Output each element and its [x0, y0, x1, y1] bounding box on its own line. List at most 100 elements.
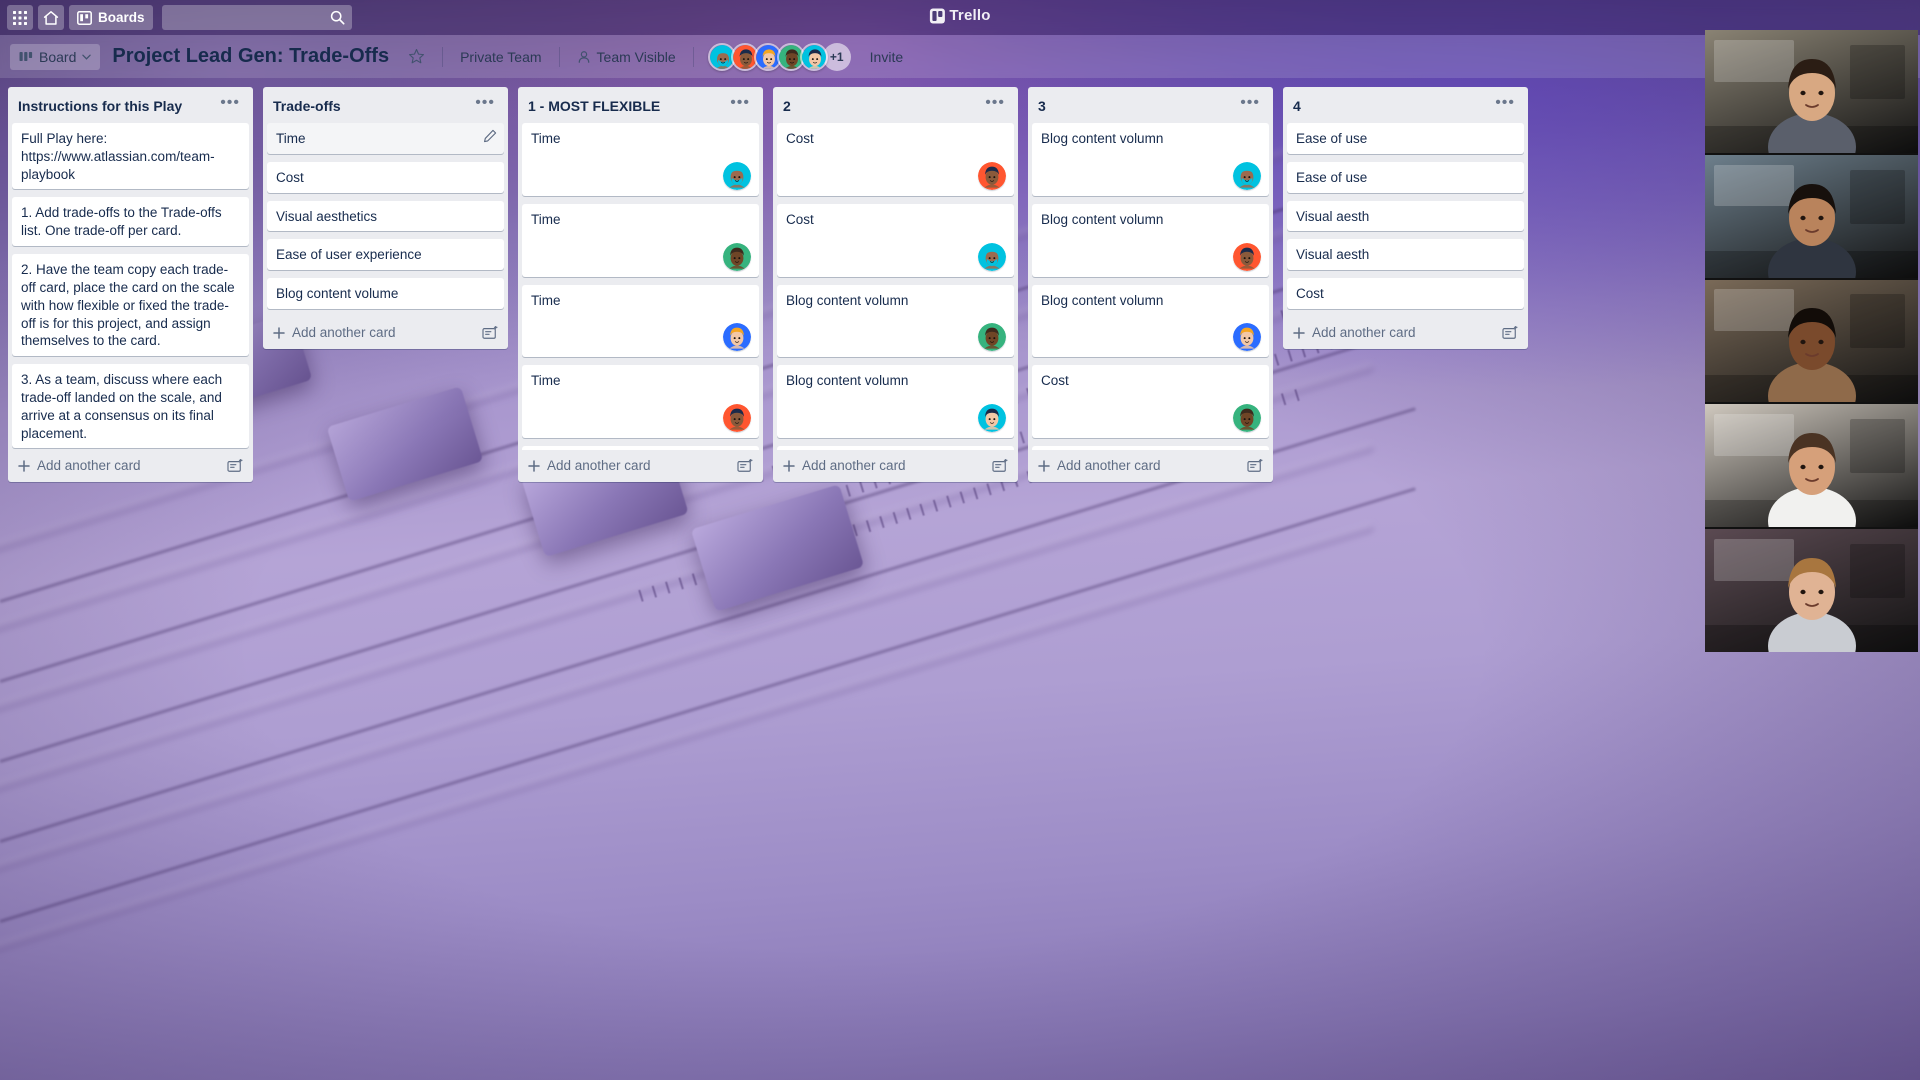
- card-avatar-blue-ginger[interactable]: [723, 323, 751, 352]
- card-list: Full Play here: https://www.atlassian.co…: [8, 123, 253, 450]
- card-template-button[interactable]: [737, 458, 753, 473]
- card-template-button[interactable]: [992, 458, 1008, 473]
- card[interactable]: Ease of user experience: [267, 239, 504, 271]
- card[interactable]: Visual aesthetics: [267, 200, 504, 232]
- list-title[interactable]: Instructions for this Play: [18, 98, 182, 115]
- add-another-card-row[interactable]: Add another card: [263, 317, 508, 349]
- video-tile-participant-5[interactable]: [1705, 529, 1918, 652]
- search-input[interactable]: [168, 10, 345, 25]
- board-view-switcher[interactable]: Board: [10, 43, 101, 70]
- card[interactable]: Time: [267, 123, 504, 154]
- add-card-button[interactable]: Add another card: [1293, 325, 1416, 340]
- card-title: Blog content volumn: [1041, 211, 1164, 227]
- card[interactable]: Time: [522, 284, 759, 358]
- card-avatar-blue-ginger[interactable]: [1233, 323, 1261, 352]
- list-menu-icon[interactable]: •••: [1490, 95, 1520, 114]
- video-tile-participant-3[interactable]: [1705, 279, 1918, 403]
- visibility-button[interactable]: Team Visible: [568, 44, 685, 70]
- add-another-card-row[interactable]: Add another card: [773, 450, 1018, 482]
- list-menu-icon[interactable]: •••: [215, 95, 245, 114]
- video-tile-participant-1[interactable]: [1705, 30, 1918, 153]
- card-avatar-green-afro[interactable]: [1233, 404, 1261, 433]
- add-another-card-row[interactable]: Add another card: [1283, 317, 1528, 349]
- star-board-button[interactable]: [399, 43, 434, 70]
- add-another-card-row[interactable]: Add another card: [1028, 450, 1273, 482]
- card-avatar-orange-dark[interactable]: [978, 161, 1006, 190]
- card[interactable]: Time: [522, 365, 759, 439]
- add-card-button[interactable]: Add another card: [273, 325, 396, 340]
- card-avatar-green-afro[interactable]: [723, 242, 751, 271]
- card-template-button[interactable]: [1502, 325, 1518, 340]
- card-avatar-teal-bob[interactable]: [978, 404, 1006, 433]
- list-title[interactable]: 3: [1038, 98, 1046, 115]
- list-menu-icon[interactable]: •••: [980, 95, 1010, 114]
- list-menu-icon[interactable]: •••: [725, 95, 755, 114]
- card[interactable]: Blog content volumn: [777, 284, 1014, 358]
- add-card-button[interactable]: Add another card: [783, 458, 906, 473]
- trello-logo[interactable]: Trello: [929, 7, 990, 24]
- card-avatar-teal-beard[interactable]: [1233, 161, 1261, 190]
- card[interactable]: Visual aesthetics: [777, 446, 1014, 450]
- card[interactable]: Time: [522, 446, 759, 450]
- card[interactable]: Visual aesth: [1287, 200, 1524, 232]
- card-avatar-orange-dark[interactable]: [723, 404, 751, 433]
- card[interactable]: 2. Have the team copy each trade-off car…: [12, 254, 249, 357]
- card-avatar-green-afro[interactable]: [978, 323, 1006, 352]
- card-avatar-orange-dark[interactable]: [1233, 242, 1261, 271]
- list-menu-icon[interactable]: •••: [1235, 95, 1265, 114]
- video-call-panel[interactable]: [1705, 30, 1918, 652]
- card[interactable]: 3. As a team, discuss where each trade-o…: [12, 364, 249, 449]
- list-column[interactable]: 4 ••• Ease of use Ease of use Visual aesth V…: [1283, 87, 1528, 350]
- card[interactable]: Cost: [1032, 365, 1269, 439]
- list-title[interactable]: 1 - MOST FLEXIBLE: [528, 98, 660, 115]
- list-title[interactable]: 2: [783, 98, 791, 115]
- card[interactable]: Blog content volumn: [1032, 284, 1269, 358]
- board-canvas[interactable]: Instructions for this Play ••• Full Play …: [0, 78, 1920, 1080]
- list-title[interactable]: Trade-offs: [273, 98, 341, 115]
- list-menu-icon[interactable]: •••: [470, 95, 500, 114]
- card[interactable]: Blog content volumn: [1032, 203, 1269, 277]
- card[interactable]: Ease of use: [1287, 161, 1524, 193]
- list-column[interactable]: Instructions for this Play ••• Full Play …: [8, 87, 253, 482]
- add-another-card-row[interactable]: Add another card: [8, 450, 253, 482]
- add-card-button[interactable]: Add another card: [1038, 458, 1161, 473]
- list-column[interactable]: 2 ••• Cost Cost Blog content volumn Blog …: [773, 87, 1018, 482]
- card[interactable]: Blog content volumn: [777, 365, 1014, 439]
- card[interactable]: Cost: [1287, 278, 1524, 310]
- home-button[interactable]: [38, 5, 64, 30]
- list-title[interactable]: 4: [1293, 98, 1301, 115]
- card[interactable]: Full Play here: https://www.atlassian.co…: [12, 123, 249, 190]
- invite-button[interactable]: Invite: [861, 44, 912, 70]
- add-another-card-row[interactable]: Add another card: [518, 450, 763, 482]
- video-tile-participant-2[interactable]: [1705, 154, 1918, 278]
- card-template-button[interactable]: [482, 325, 498, 340]
- add-card-button[interactable]: Add another card: [18, 458, 141, 473]
- card[interactable]: Visual aesth: [1287, 239, 1524, 271]
- card[interactable]: 1. Add trade-offs to the Trade-offs list…: [12, 197, 249, 247]
- card[interactable]: Cost: [777, 203, 1014, 277]
- apps-grid-button[interactable]: [7, 5, 33, 30]
- card[interactable]: Cost: [1032, 446, 1269, 450]
- card-edit-button[interactable]: [483, 129, 497, 143]
- card[interactable]: Ease of use: [1287, 123, 1524, 154]
- card-members: [1041, 404, 1261, 433]
- card-template-button[interactable]: [227, 458, 243, 473]
- list-column[interactable]: 3 ••• Blog content volumn Blog content vo…: [1028, 87, 1273, 482]
- card[interactable]: Time: [522, 123, 759, 196]
- card-avatar-teal-beard[interactable]: [723, 161, 751, 190]
- card[interactable]: Blog content volumn: [1032, 123, 1269, 196]
- add-card-button[interactable]: Add another card: [528, 458, 651, 473]
- card-template-button[interactable]: [1247, 458, 1263, 473]
- card[interactable]: Blog content volume: [267, 278, 504, 310]
- list-column[interactable]: 1 - MOST FLEXIBLE ••• Time Time Time Time: [518, 87, 763, 482]
- card[interactable]: Cost: [267, 161, 504, 193]
- boards-button[interactable]: Boards: [69, 5, 153, 30]
- team-name-button[interactable]: Private Team: [451, 44, 550, 70]
- search-box[interactable]: [161, 5, 352, 30]
- video-tile-participant-4[interactable]: [1705, 404, 1918, 528]
- card[interactable]: Time: [522, 203, 759, 277]
- card[interactable]: Cost: [777, 123, 1014, 196]
- list-column[interactable]: Trade-offs ••• Time Cost Visual aesthetics…: [263, 87, 508, 350]
- card-avatar-teal-beard[interactable]: [978, 242, 1006, 271]
- member-avatar-5[interactable]: [799, 42, 828, 71]
